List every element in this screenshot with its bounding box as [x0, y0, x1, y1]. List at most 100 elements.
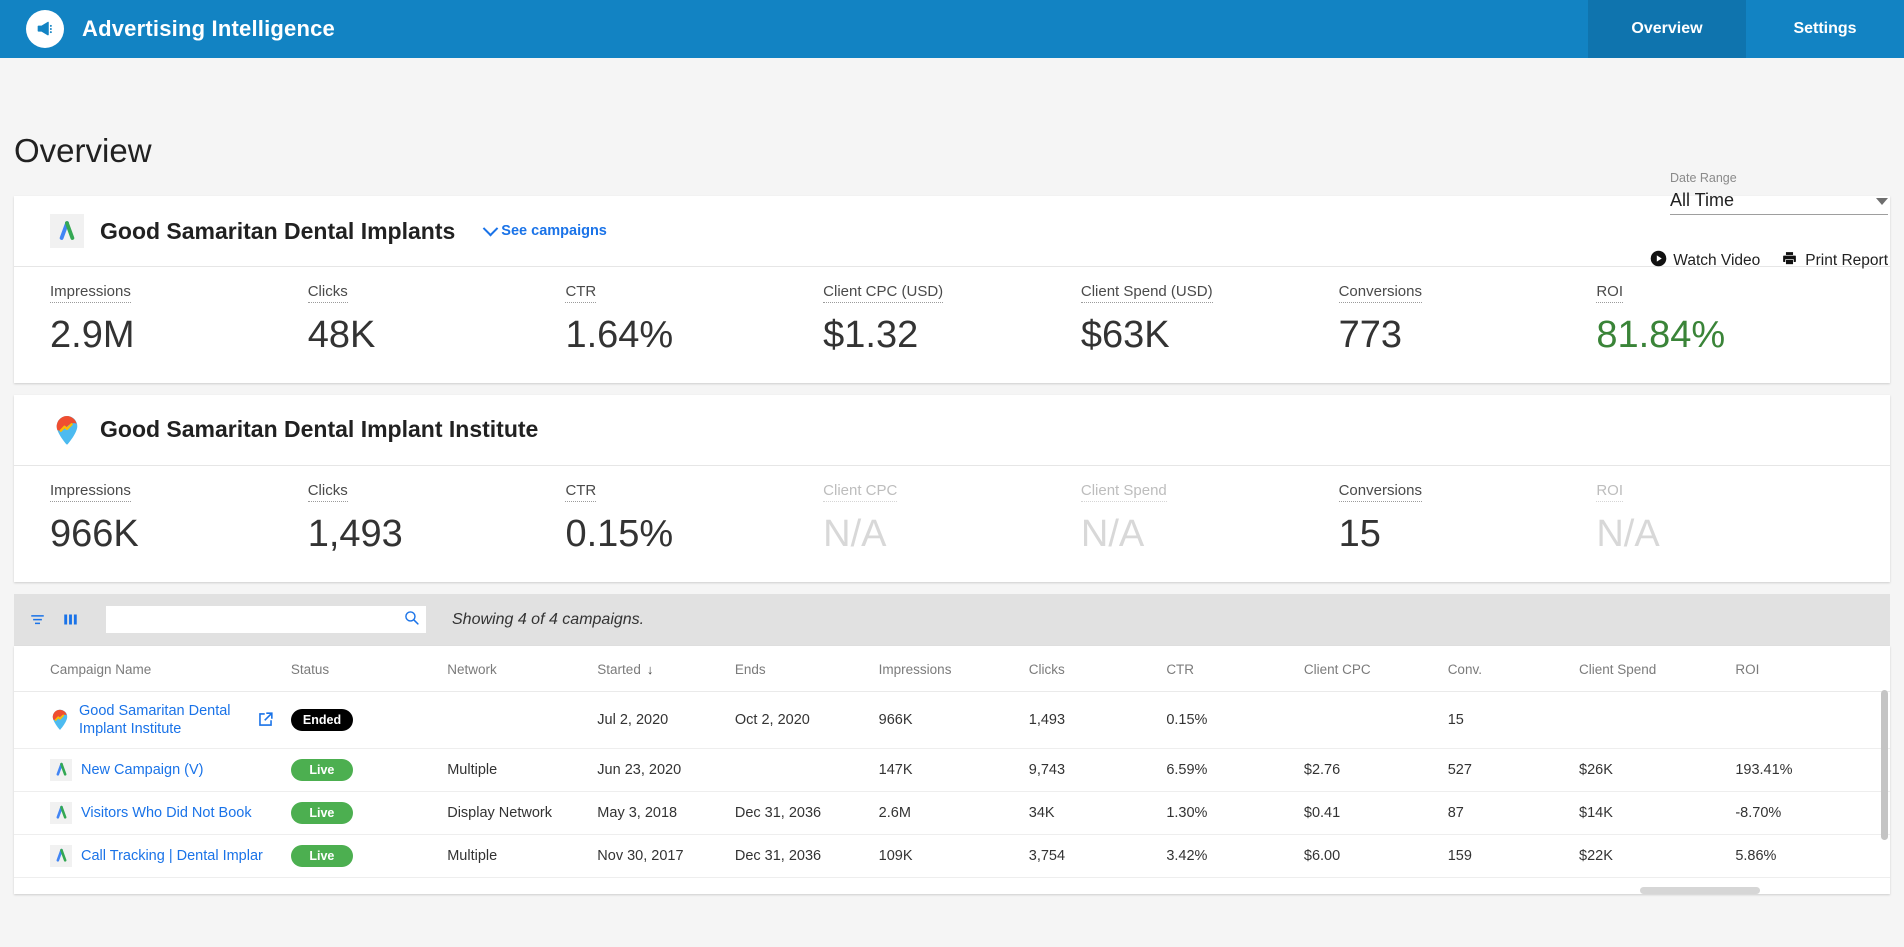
- print-report-button[interactable]: Print Report: [1780, 250, 1888, 272]
- metric-label[interactable]: Client CPC (USD): [823, 283, 944, 303]
- columns-icon[interactable]: [61, 612, 80, 627]
- search-input[interactable]: [112, 606, 403, 634]
- horizontal-scrollbar[interactable]: [1640, 886, 1760, 894]
- watch-video-button[interactable]: Watch Video: [1650, 250, 1760, 272]
- cell-client-spend: [1571, 691, 1728, 749]
- cell-client-spend: $26K: [1571, 748, 1728, 792]
- metric-client-cpc: Client CPC N/A: [823, 482, 1081, 556]
- metric-roi: ROI N/A: [1596, 482, 1854, 556]
- chevron-down-icon: [483, 220, 499, 236]
- metric-client-spend: Client Spend N/A: [1080, 482, 1339, 556]
- metric-ctr: CTR 0.15%: [565, 482, 823, 556]
- metric-label[interactable]: ROI: [1596, 283, 1623, 303]
- column-header-client-spend[interactable]: Client Spend: [1571, 645, 1728, 692]
- cell-client-spend: $22K: [1571, 834, 1728, 878]
- metric-conversions: Conversions 15: [1338, 482, 1597, 556]
- cell-ctr: 1.30%: [1158, 791, 1296, 835]
- column-header-clicks[interactable]: Clicks: [1020, 645, 1159, 692]
- metric-label[interactable]: Clicks: [307, 283, 348, 303]
- metric-label[interactable]: Impressions: [50, 482, 131, 502]
- metric-value: 48K: [307, 314, 376, 356]
- metric-value: 2.9M: [50, 314, 135, 356]
- metric-label[interactable]: Clicks: [307, 482, 348, 502]
- status-badge: Live: [290, 801, 353, 824]
- google-ads-icon: [50, 758, 72, 781]
- metric-label[interactable]: Client Spend: [1080, 482, 1167, 502]
- metric-value: N/A: [823, 512, 887, 555]
- cell-client-cpc: $6.00: [1295, 834, 1440, 878]
- cell-roi: 5.86%: [1727, 834, 1890, 878]
- campaign-name-link[interactable]: Visitors Who Did Not Book: [81, 804, 252, 822]
- metric-label[interactable]: ROI: [1596, 482, 1623, 502]
- cell-clicks: 34K: [1020, 791, 1159, 835]
- metric-label[interactable]: Impressions: [50, 283, 131, 303]
- cell-conversions: 527: [1439, 748, 1571, 792]
- external-link-icon[interactable]: [256, 710, 275, 729]
- metric-label[interactable]: Client CPC: [823, 482, 898, 502]
- cell-impressions: 966K: [870, 691, 1021, 749]
- metric-value: N/A: [1596, 512, 1660, 555]
- table-row[interactable]: Call Tracking | Dental Implar Live Multi…: [14, 834, 1890, 878]
- see-campaigns-label: See campaigns: [501, 223, 607, 239]
- status-badge: Live: [290, 758, 353, 781]
- column-header-ctr[interactable]: CTR: [1158, 645, 1296, 692]
- metric-value: 773: [1338, 314, 1402, 356]
- vertical-scrollbar[interactable]: [1881, 689, 1888, 840]
- cell-impressions: 147K: [870, 748, 1021, 792]
- metric-label[interactable]: Client Spend (USD): [1080, 283, 1213, 303]
- cell-ends: Oct 2, 2020: [726, 691, 871, 749]
- column-header-impressions[interactable]: Impressions: [870, 645, 1021, 692]
- account-card-google-ads: Good Samaritan Dental Implants See campa…: [14, 196, 1890, 383]
- metric-value: 81.84%: [1596, 314, 1726, 356]
- account-card-header: Good Samaritan Dental Implants See campa…: [14, 196, 1890, 267]
- search-icon[interactable]: [403, 609, 420, 631]
- table-row[interactable]: Visitors Who Did Not Book Live Display N…: [14, 791, 1890, 835]
- nav-item-settings[interactable]: Settings: [1746, 0, 1904, 58]
- campaign-name-link[interactable]: Good Samaritan Dental Implant Institute: [79, 702, 247, 738]
- cell-campaign-name: Call Tracking | Dental Implar: [14, 834, 283, 878]
- column-header-network[interactable]: Network: [439, 645, 590, 692]
- map-pin-icon: [50, 413, 84, 447]
- column-header-client-cpc[interactable]: Client CPC: [1295, 645, 1440, 692]
- cell-network: Display Network: [439, 791, 590, 835]
- header-actions: Watch Video Print Report: [1650, 250, 1888, 272]
- metric-conversions: Conversions 773: [1338, 283, 1597, 357]
- column-header-conversions[interactable]: Conv.: [1439, 645, 1571, 692]
- table-row[interactable]: Good Samaritan Dental Implant Institute …: [14, 691, 1890, 749]
- metric-label[interactable]: Conversions: [1338, 482, 1422, 502]
- metric-label[interactable]: Conversions: [1338, 283, 1422, 303]
- column-header-started[interactable]: Started ↓: [589, 645, 727, 692]
- campaigns-table-card: Campaign Name Status Network Started ↓ En…: [14, 645, 1890, 894]
- nav-item-overview[interactable]: Overview: [1588, 0, 1746, 58]
- table-row[interactable]: New Campaign (V) Live Multiple Jun 23, 2…: [14, 748, 1890, 792]
- cell-conversions: 15: [1439, 691, 1571, 749]
- account-metrics: Impressions 966K Clicks 1,493 CTR 0.15% …: [14, 466, 1890, 582]
- cell-status: Live: [282, 748, 440, 792]
- status-badge: Live: [290, 844, 353, 867]
- filter-icon[interactable]: [28, 612, 47, 627]
- cell-started: Jun 23, 2020: [589, 748, 727, 792]
- metric-label[interactable]: CTR: [565, 482, 597, 502]
- search-box[interactable]: [106, 606, 426, 634]
- date-range-select[interactable]: Date Range All Time: [1670, 172, 1888, 215]
- column-header-campaign-name[interactable]: Campaign Name: [14, 645, 283, 692]
- column-header-ends[interactable]: Ends: [726, 645, 871, 692]
- see-campaigns-toggle[interactable]: See campaigns: [483, 220, 607, 239]
- print-report-label: Print Report: [1805, 252, 1888, 269]
- metric-value: 15: [1338, 512, 1381, 555]
- cell-client-cpc: $0.41: [1295, 791, 1440, 835]
- brand: Advertising Intelligence: [0, 0, 335, 58]
- metric-clicks: Clicks 48K: [307, 283, 566, 357]
- column-header-roi[interactable]: ROI: [1727, 645, 1890, 692]
- metric-value: N/A: [1080, 512, 1145, 555]
- account-metrics: Impressions 2.9M Clicks 48K CTR 1.64% Cl…: [14, 267, 1890, 383]
- campaign-name-link[interactable]: Call Tracking | Dental Implar: [81, 847, 263, 865]
- column-header-status[interactable]: Status: [282, 645, 440, 692]
- campaign-name-link[interactable]: New Campaign (V): [81, 761, 204, 779]
- table-header-row: Campaign Name Status Network Started ↓ En…: [14, 645, 1890, 692]
- google-ads-icon: [50, 214, 84, 248]
- metric-label[interactable]: CTR: [565, 283, 597, 303]
- cell-started: Nov 30, 2017: [589, 834, 727, 878]
- cell-impressions: 2.6M: [870, 791, 1021, 835]
- chevron-down-icon[interactable]: [1876, 197, 1888, 205]
